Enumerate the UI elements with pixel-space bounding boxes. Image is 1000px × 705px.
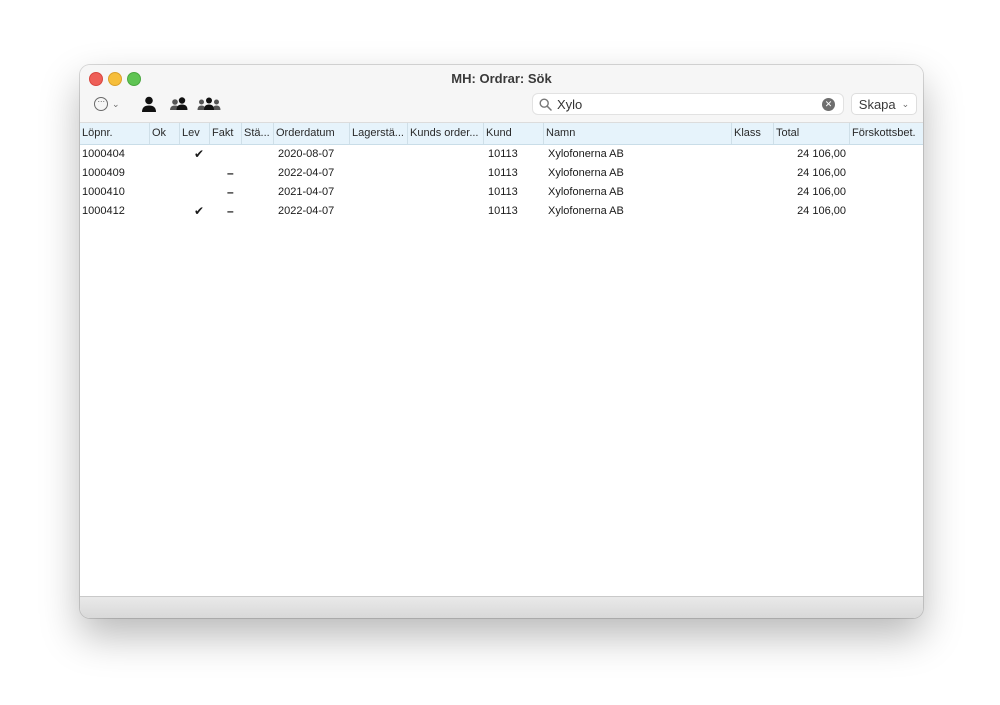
cell-kund: 10113 [488,186,518,198]
invoiced-dash-icon: – [227,204,234,218]
cell-namn: Xylofonerna AB [548,167,624,179]
cell-total: 24 106,00 [797,205,846,217]
orders-search-window: MH: Ordrar: Sök ··· ⌄ Xylo ✕ Skapa ⌄ Löp… [80,65,923,618]
create-button-label: Skapa [858,96,896,112]
more-actions-button[interactable]: ··· ⌄ [94,95,120,113]
group-filter-button[interactable] [196,95,222,113]
cell-lopnr: 1000404 [82,148,125,160]
person-icon [142,96,156,112]
cell-lev [192,183,210,202]
three-persons-icon [197,97,221,110]
orders-table-body: 1000404 ✔ 2020-08-07 10113 Xylofonerna A… [80,145,923,221]
window-title: MH: Ordrar: Sök [451,71,552,86]
column-header-lopnr[interactable]: Löpnr. [80,123,150,144]
table-row[interactable]: 1000410 – 2021-04-07 10113 Xylofonerna A… [80,183,923,202]
table-row[interactable]: 1000412 ✔ – 2022-04-07 10113 Xylofonerna… [80,202,923,221]
single-person-filter-button[interactable] [140,95,158,113]
cell-lopnr: 1000409 [82,167,125,179]
column-header-lev[interactable]: Lev [180,123,210,144]
clear-search-button[interactable]: ✕ [822,98,835,111]
column-header-orderdatum[interactable]: Orderdatum [274,123,350,144]
column-header-status[interactable]: Stä... [242,123,274,144]
invoiced-dash-icon: – [227,185,234,199]
delivered-check-icon: ✔ [194,204,205,218]
column-header-ok[interactable]: Ok [150,123,180,144]
cell-orderdatum: 2022-04-07 [278,167,335,179]
magnifier-icon [539,98,552,111]
cell-orderdatum: 2021-04-07 [278,186,335,198]
table-row[interactable]: 1000409 – 2022-04-07 10113 Xylofonerna A… [80,164,923,183]
cell-orderdatum: 2020-08-07 [278,148,335,160]
chevron-down-icon: ⌄ [901,98,910,109]
column-header-kunds-order[interactable]: Kunds order... [408,123,484,144]
cell-orderdatum: 2022-04-07 [278,205,335,217]
cell-kund: 10113 [488,148,518,160]
chevron-down-icon: ⌄ [112,98,120,109]
column-header-kund[interactable]: Kund [484,123,544,144]
column-header-lagerstalle[interactable]: Lagerstä... [350,123,408,144]
cell-kund: 10113 [488,205,518,217]
search-input[interactable] [557,96,817,112]
invoiced-dash-icon: – [227,166,234,180]
column-header-total[interactable]: Total [774,123,850,144]
cell-fakt [225,145,242,164]
two-persons-filter-button[interactable] [168,95,190,113]
cell-namn: Xylofonerna AB [548,205,624,217]
cell-lev [192,164,210,183]
cell-total: 24 106,00 [797,167,846,179]
column-header-klass[interactable]: Klass [732,123,774,144]
cell-namn: Xylofonerna AB [548,186,624,198]
column-header-namn[interactable]: Namn [544,123,732,144]
delivered-check-icon: ✔ [194,147,205,161]
cell-namn: Xylofonerna AB [548,148,624,160]
cell-kund: 10113 [488,167,518,179]
ellipsis-circle-icon: ··· [94,97,108,111]
column-header-forskottsbet[interactable]: Förskottsbet. [850,123,923,144]
cell-lopnr: 1000412 [82,205,125,217]
create-button[interactable]: Skapa ⌄ [851,93,917,115]
cell-total: 24 106,00 [797,148,846,160]
two-persons-icon [170,97,188,110]
cell-total: 24 106,00 [797,186,846,198]
table-header: Löpnr. Ok Lev Fakt Stä... Orderdatum Lag… [80,123,923,145]
search-field[interactable]: ✕ [532,93,844,115]
cell-lopnr: 1000410 [82,186,125,198]
window-titlebar: MH: Ordrar: Sök ··· ⌄ Xylo ✕ Skapa ⌄ [80,65,923,123]
window-footer-bar [80,596,923,618]
table-row[interactable]: 1000404 ✔ 2020-08-07 10113 Xylofonerna A… [80,145,923,164]
column-header-fakt[interactable]: Fakt [210,123,242,144]
